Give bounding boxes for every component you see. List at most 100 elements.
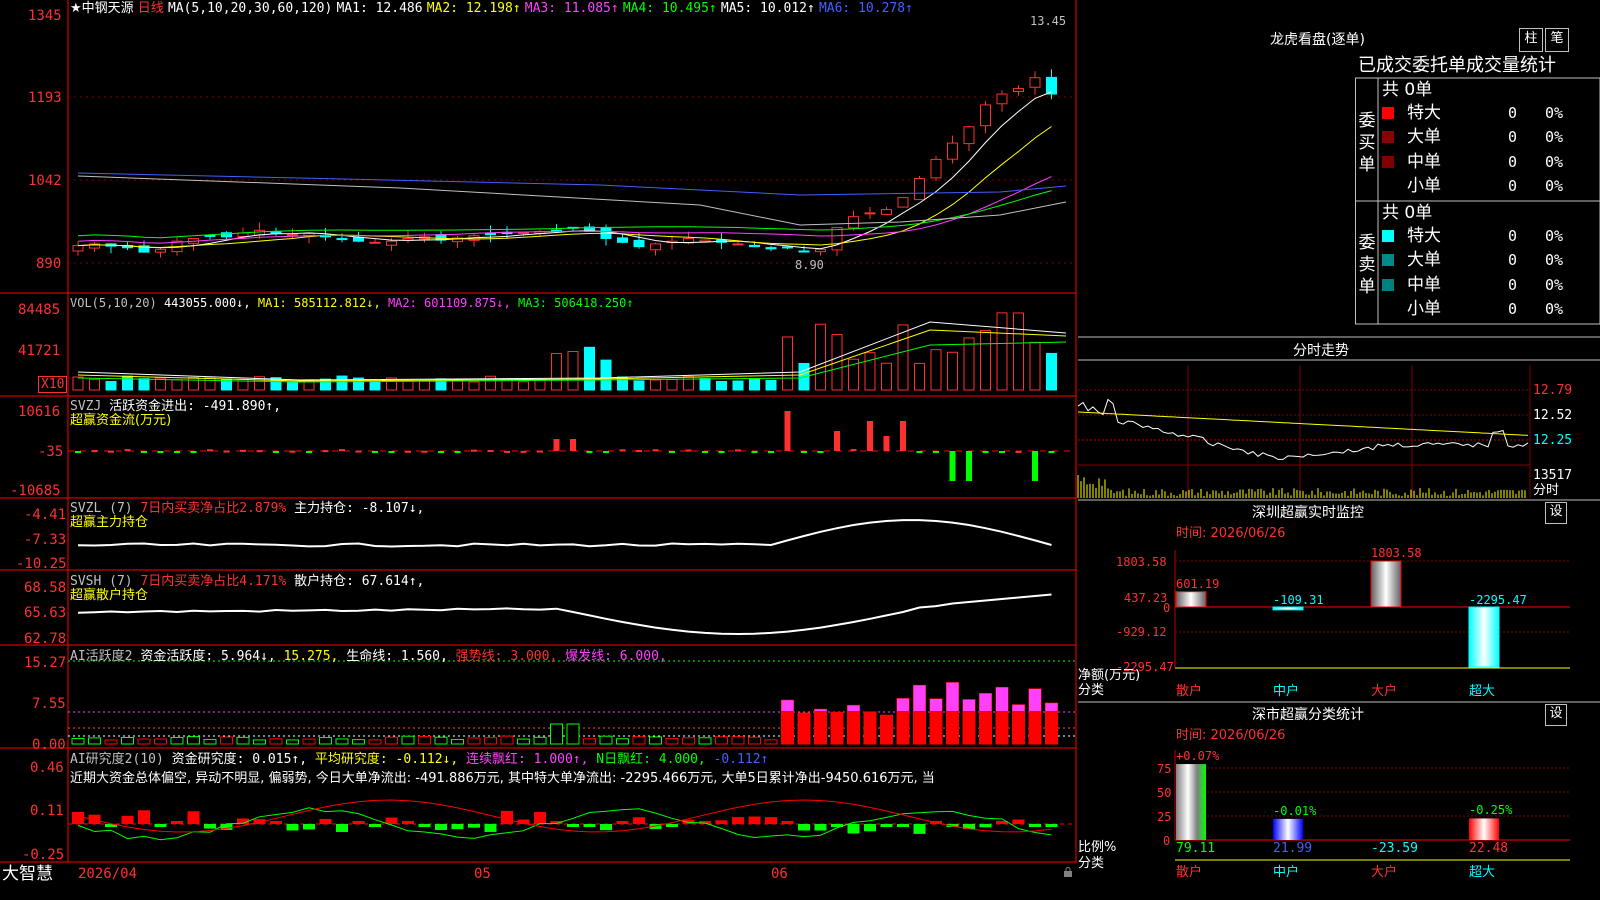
ai-research-bar <box>171 821 183 824</box>
bar-view-button[interactable]: 柱 <box>1519 28 1543 52</box>
main-header: ★中钢天源 日线 MA(5,10,20,30,60,120) MA1: 12.4… <box>70 1 913 16</box>
sz-category-label: 中户 <box>1273 684 1300 699</box>
svzl-line <box>77 519 1052 548</box>
ai-active-ytick-3: 0.00 <box>32 737 66 753</box>
ai-active-top <box>946 682 959 711</box>
ai-research-bar <box>501 810 513 824</box>
date-axis-2: 05 <box>474 866 491 882</box>
ai-active-bar <box>319 737 332 745</box>
ai-active-bar <box>748 736 761 745</box>
ai-active-bar <box>71 737 85 745</box>
svzj-bar <box>108 450 114 453</box>
ai-research-ytick-1: 0.46 <box>30 760 64 776</box>
ai-research-bar <box>1029 824 1041 827</box>
brand-logo: 大智慧 <box>2 864 53 884</box>
ai-active-top <box>979 693 992 711</box>
candle-body <box>897 197 909 208</box>
stat-ytick-3: 25 <box>1157 810 1172 824</box>
candle-body <box>336 238 348 241</box>
svzj-bar <box>487 450 494 453</box>
volume-bar <box>666 378 678 391</box>
stat-ytick-2: 50 <box>1157 786 1172 800</box>
svzj-bar <box>207 449 213 452</box>
candle-body <box>386 240 397 246</box>
candle-body <box>1013 88 1024 93</box>
ai-active-top <box>897 698 909 711</box>
sell-row-name: 特大 <box>1407 226 1441 246</box>
ai-active-bar <box>121 737 134 745</box>
sz-monitor-time: 时间: 2026/06/26 <box>1176 526 1286 541</box>
volume-bar <box>105 381 117 391</box>
ai-active-top <box>1045 703 1058 711</box>
ai-research-bar <box>369 824 381 828</box>
ai-research-bar <box>468 824 480 828</box>
sell-total: 共 0单 <box>1382 203 1433 223</box>
sell-row-name: 小单 <box>1407 298 1441 319</box>
svzj-bar <box>91 450 98 453</box>
sell-row-pct: 0% <box>1545 299 1564 318</box>
vol-ma1: MA1: 585112.812↓, <box>257 296 381 310</box>
bottom-bar <box>0 863 1078 900</box>
sz-monitor-settings-button[interactable]: 设 <box>1545 502 1567 524</box>
svzj-bar <box>520 450 527 453</box>
stat-top-label: +0.07% <box>1176 749 1220 764</box>
ai-research-bar <box>798 824 810 831</box>
ai-research-bar <box>765 817 777 824</box>
candle-body <box>1046 76 1057 95</box>
buy-row-count: 0 <box>1508 128 1518 147</box>
ai-active-bar <box>368 739 382 745</box>
period-label[interactable]: 日线 <box>138 1 164 16</box>
svzj-bar <box>223 450 230 453</box>
buy-row-color-swatch <box>1382 107 1394 119</box>
svzj-bar <box>388 451 395 453</box>
svsh-line <box>77 593 1052 636</box>
stat-bottom-label: 21.99 <box>1273 841 1313 856</box>
lock-icon[interactable] <box>1063 867 1073 877</box>
svzj-bar <box>454 451 461 453</box>
volume-bar <box>650 379 661 391</box>
ai-research-bar <box>732 817 744 824</box>
stock-name[interactable]: ★中钢天源 <box>70 1 134 16</box>
candle-body <box>650 243 661 251</box>
candle-body <box>996 93 1008 105</box>
candle-body <box>1029 77 1041 88</box>
ai-active-bar <box>401 735 415 745</box>
ai-active-bar <box>517 738 530 745</box>
svzj-bar <box>768 451 774 453</box>
volume-bar <box>980 329 991 391</box>
ai-active-ytick-1: 15.27 <box>24 655 67 671</box>
date-axis-1: 2026/04 <box>78 866 138 882</box>
sz-ytick-2: 437.23 <box>1124 591 1168 605</box>
ma3-value: MA3: 11.085↑ <box>524 1 619 16</box>
candle-body <box>633 239 645 248</box>
svzj-bar <box>669 451 675 453</box>
volume-bar <box>534 379 546 391</box>
sell-row-count: 0 <box>1508 227 1518 245</box>
ai-active-bar <box>533 736 547 745</box>
volume-bar <box>732 380 744 391</box>
svzj-bar <box>603 451 609 453</box>
ai-active-bar <box>599 735 613 745</box>
sell-row-color-swatch <box>1382 230 1394 242</box>
stat-top-label: -0.01% <box>1273 803 1317 818</box>
ai-research-header: AI研究度2(10) 资金研究度: 0.015↑, 平均研究度: -0.112↓… <box>70 752 768 767</box>
sell-row-count: 0 <box>1508 275 1518 294</box>
sz-stat-settings-button[interactable]: 设 <box>1545 704 1567 726</box>
volume-bar <box>600 359 612 391</box>
pen-view-button[interactable]: 笔 <box>1545 28 1569 52</box>
svzj-value: 活跃资金进出: -491.890↑, <box>109 399 282 414</box>
stat-category-label: 大户 <box>1371 865 1398 880</box>
ai-active-bar <box>616 738 629 745</box>
svzj-bar <box>801 451 807 453</box>
fenshi-price-3: 12.25 <box>1533 433 1573 448</box>
sz-monitor-title: 深圳超赢实时监控 <box>1252 505 1364 521</box>
ai-active-bar <box>286 739 299 745</box>
volume-bar <box>518 381 529 391</box>
ai-research-bar <box>121 815 134 824</box>
ai-active-bar <box>170 736 184 745</box>
ai-research-bar <box>583 824 596 827</box>
volume-bar <box>914 362 925 391</box>
svzj-ytick-1: 10616 <box>18 404 61 420</box>
candle-body <box>914 178 925 201</box>
svzl-ytick-3: -10.25 <box>16 556 67 572</box>
